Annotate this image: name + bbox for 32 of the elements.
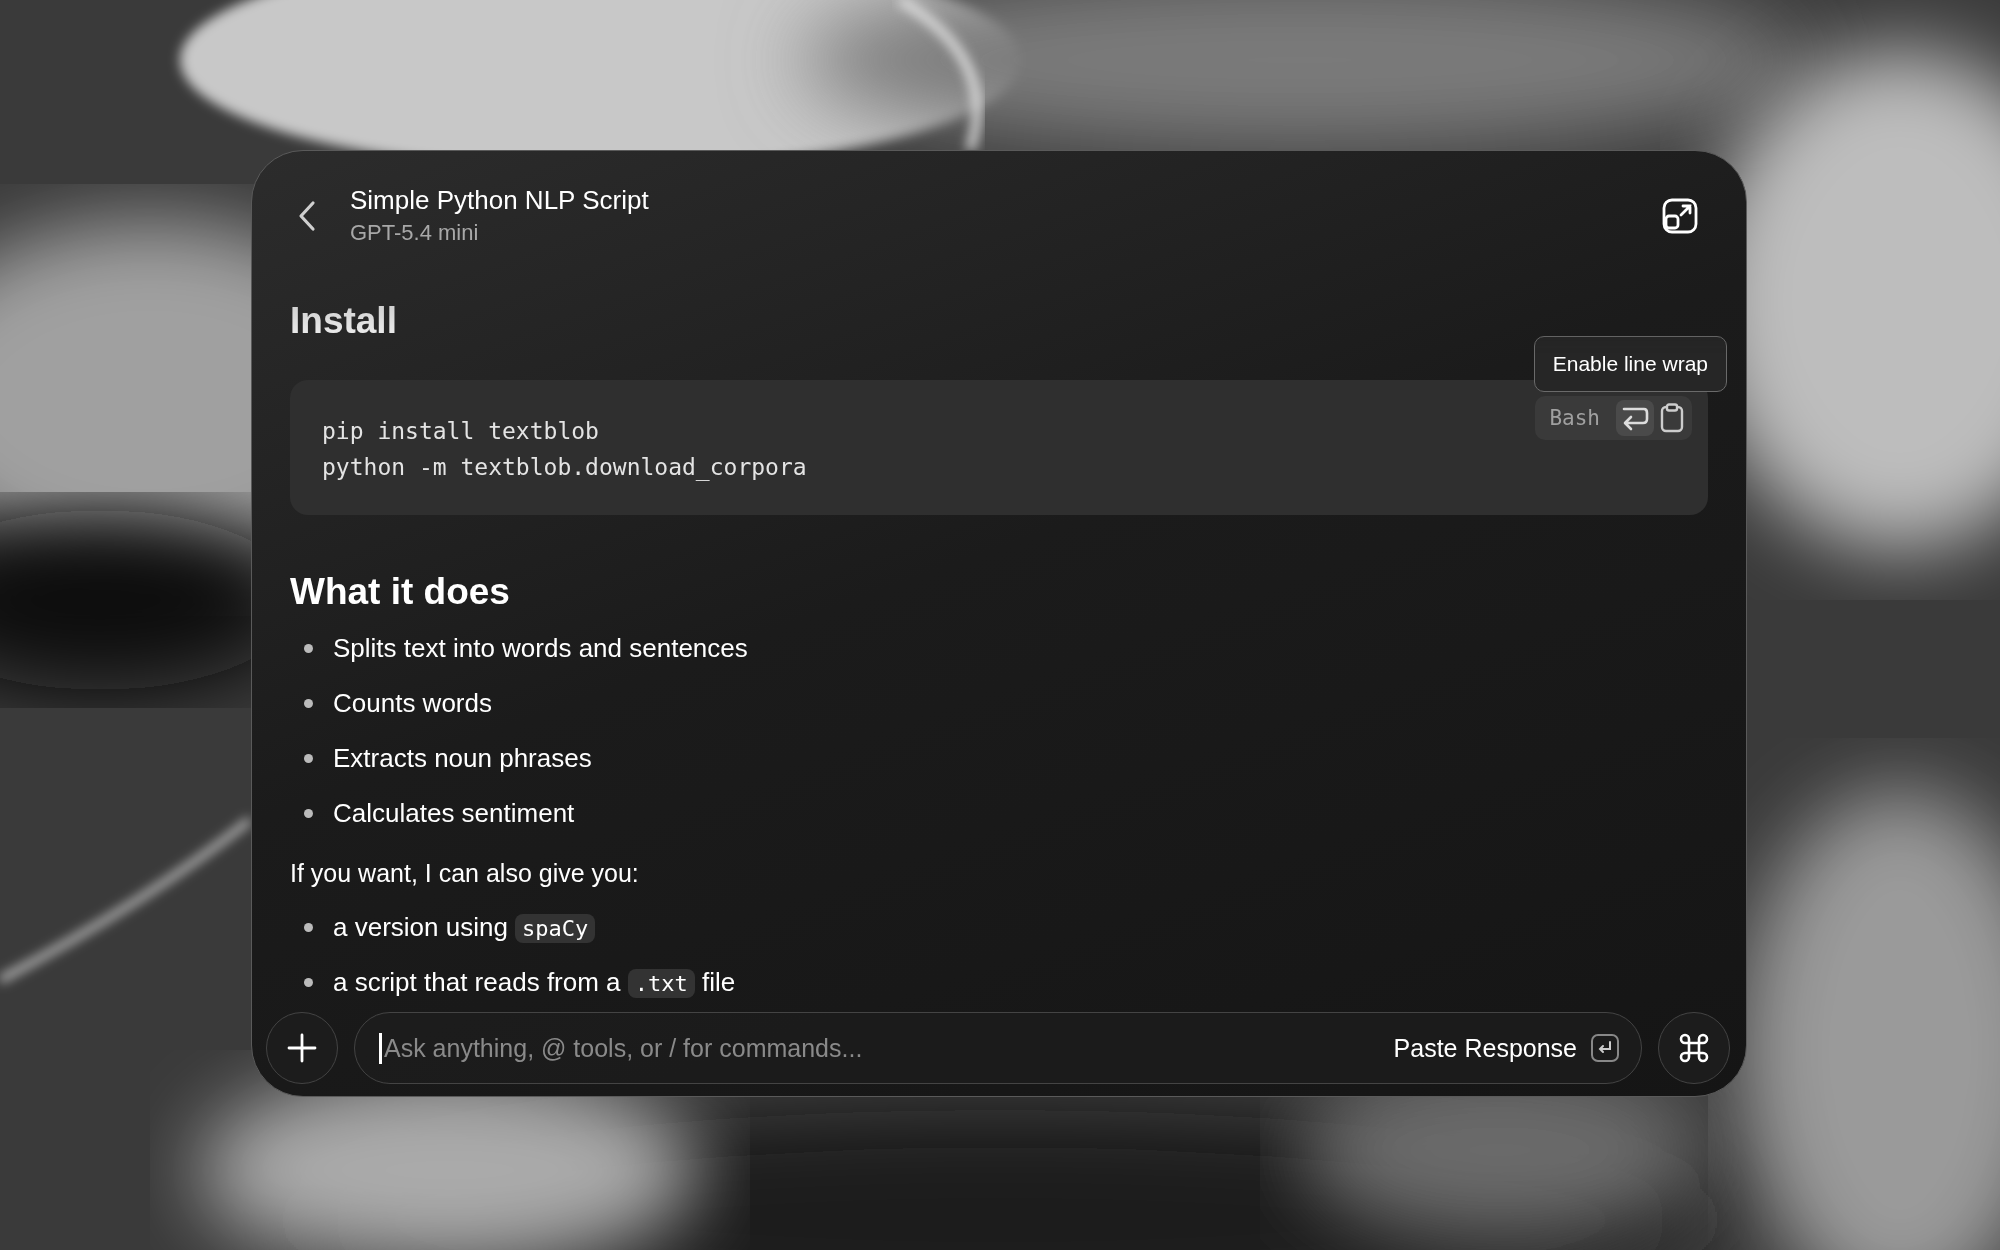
bullet-text: a script that reads from a .txt file — [333, 967, 736, 998]
model-name: GPT-5.4 mini — [350, 220, 480, 246]
bullet-icon — [304, 644, 313, 653]
enter-key-icon — [1591, 1034, 1619, 1062]
chat-title: Simple Python NLP Script — [350, 185, 650, 216]
bullet-text: Extracts noun phrases — [333, 743, 592, 774]
message-field[interactable]: Ask anything, @ tools, or / for commands... Paste Response — [354, 1012, 1642, 1084]
line-wrap-button[interactable] — [1616, 400, 1654, 436]
inline-code: .txt — [627, 969, 695, 998]
bullet-text: Counts words — [333, 688, 492, 719]
language-label: Bash — [1549, 405, 1600, 432]
bullet-icon — [304, 809, 313, 818]
plus-icon — [287, 1033, 317, 1063]
paste-response-button[interactable]: Paste Response — [1393, 1033, 1577, 1063]
clipboard-icon[interactable] — [1660, 403, 1684, 433]
inline-code: spaCy — [515, 914, 596, 943]
message-input[interactable]: Ask anything, @ tools, or / for commands... — [379, 1032, 1380, 1064]
expand-icon[interactable] — [1662, 197, 1698, 234]
bullet-icon — [304, 978, 313, 987]
bullet-icon — [304, 699, 313, 708]
bullet-text: Calculates sentiment — [333, 798, 575, 829]
code-line: python -m textblob.download_corpora — [322, 453, 807, 483]
tooltip: Enable line wrap — [1533, 336, 1727, 392]
paragraph: If you want, I can also give you: — [290, 859, 640, 888]
bullet-text: a version using spaCy — [333, 912, 596, 943]
bullet-text: Splits text into words and sentences — [333, 633, 748, 664]
section-heading: What it does — [290, 571, 511, 613]
bullet-icon — [304, 923, 313, 932]
section-heading: Install — [290, 300, 398, 342]
code-line: pip install textblob — [322, 417, 599, 446]
bullet-icon — [304, 754, 313, 763]
command-icon — [1677, 1031, 1711, 1065]
